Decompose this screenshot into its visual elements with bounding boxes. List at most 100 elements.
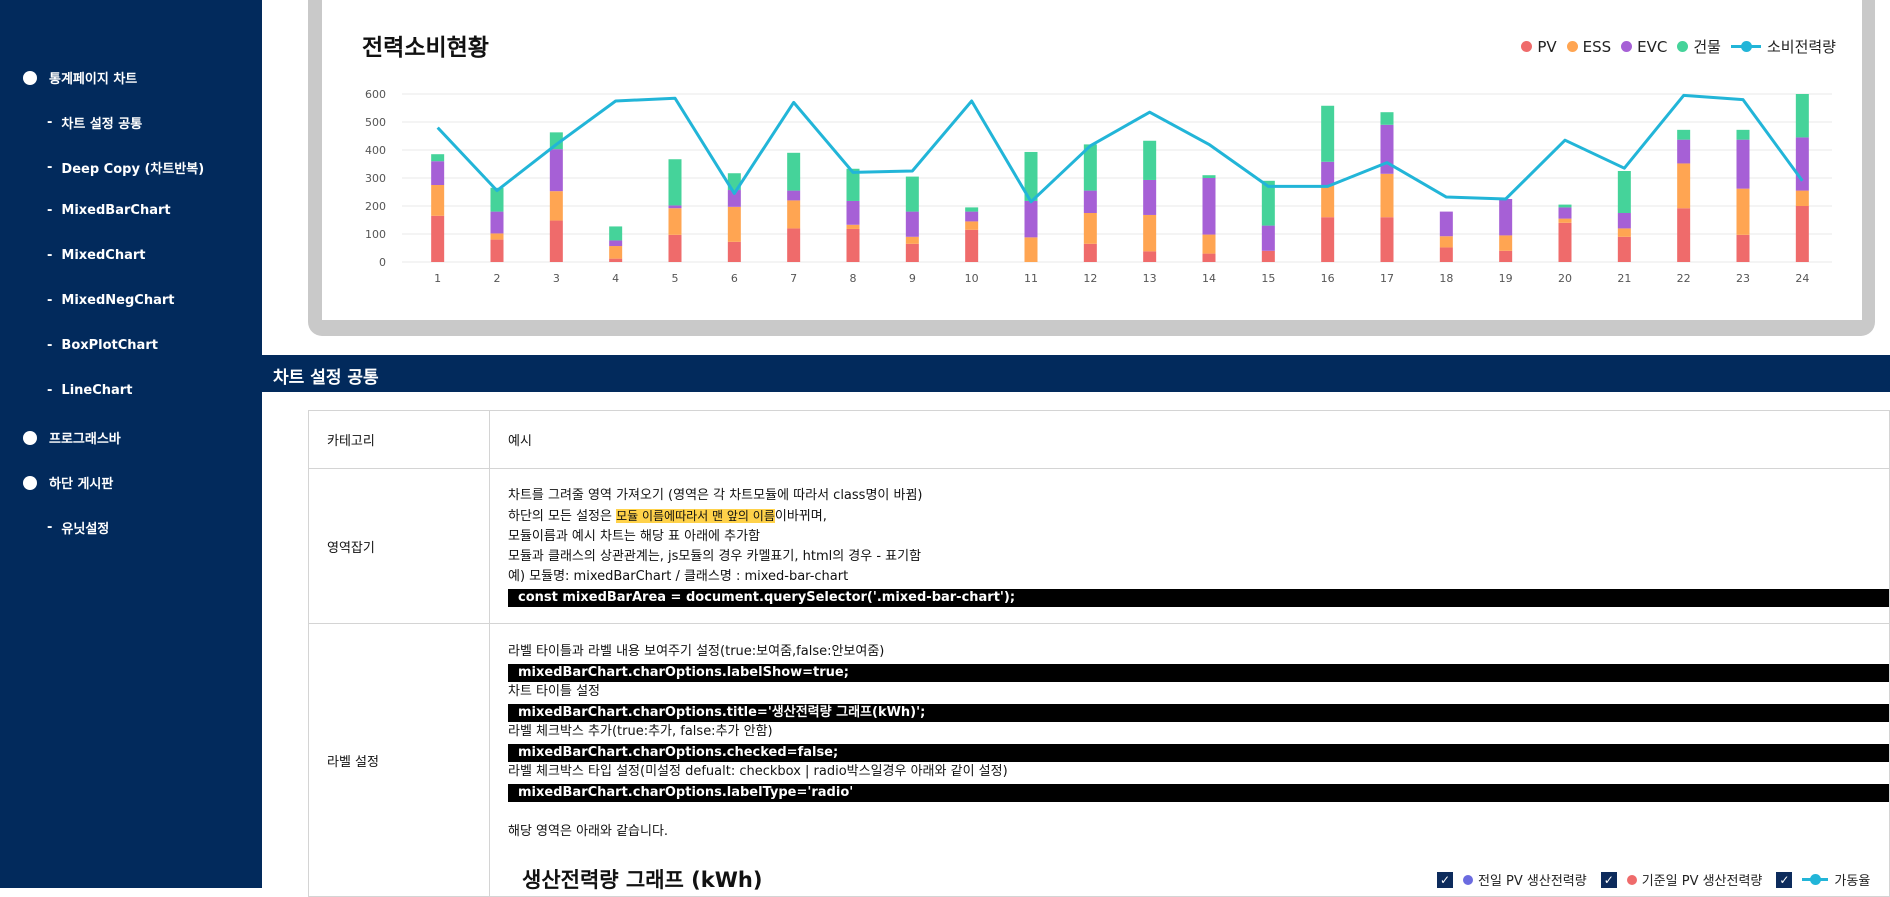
legend-dot-icon	[1566, 41, 1578, 52]
table-header-row: 카테고리 예시	[308, 410, 1890, 469]
legend-item-building[interactable]: 건물	[1677, 36, 1721, 57]
bar-segment	[1677, 208, 1691, 262]
sidebar-item-label: BoxPlotChart	[61, 338, 158, 353]
bar-segment	[609, 246, 623, 259]
bar-segment	[1380, 112, 1394, 125]
chart-panel: 전력소비현황 PV ESS EVC 건물 소비전력량 0 100 200 300 400…	[322, 0, 1862, 320]
bar-segment	[1202, 175, 1216, 178]
sidebar-item-line-chart[interactable]: - LineChart	[47, 383, 132, 398]
bar-segment	[1617, 213, 1631, 229]
table-row: 라벨 설정 라벨 타이틀과 라벨 내용 보여주기 설정(true:보여줌,fal…	[308, 623, 1890, 897]
bar-segment	[1202, 178, 1216, 235]
bar-segment	[1558, 222, 1572, 262]
sidebar: 통계페이지 차트 - 차트 설정 공통 - Deep Copy (차트반복) - Mi…	[0, 0, 262, 888]
bar-segment	[1795, 137, 1809, 191]
bar-segment	[1380, 173, 1394, 218]
bar-segment	[431, 215, 445, 262]
x-tick-label: 7	[790, 272, 797, 285]
sidebar-item-stats-chart[interactable]: 통계페이지 차트	[23, 68, 137, 87]
bar-segment	[1261, 225, 1275, 251]
description-text: 차트를 그려줄 영역 가져오기 (영역은 각 차트모듈에 따라서 class명이…	[508, 487, 923, 503]
bar-segment	[1439, 236, 1453, 248]
legend-item-consumption[interactable]: 소비전력량	[1730, 36, 1836, 57]
bar-segment	[846, 224, 860, 229]
sidebar-item-unit-settings[interactable]: - 유닛설정	[47, 518, 109, 537]
header-category: 카테고리	[308, 410, 490, 469]
legend-item-evc[interactable]: EVC	[1621, 38, 1667, 56]
sidebar-item-chart-common[interactable]: - 차트 설정 공통	[47, 113, 142, 132]
table-row: 영역잡기 차트를 그려줄 영역 가져오기 (영역은 각 차트모듈에 따라서 cl…	[308, 468, 1890, 624]
bar-segment	[787, 200, 801, 229]
note-text: 해당 영역은 아래와 같습니다.	[508, 824, 669, 839]
sidebar-item-mixed-chart[interactable]: - MixedChart	[47, 248, 146, 263]
bar-segment	[1202, 234, 1216, 254]
legend-dot-icon	[1463, 874, 1473, 885]
sidebar-item-boxplot-chart[interactable]: - BoxPlotChart	[47, 338, 158, 353]
bar-segment	[1736, 188, 1750, 235]
code-block: mixedBarChart.charOptions.title='생산전력량 그…	[508, 704, 1889, 722]
bar-segment	[1795, 190, 1809, 206]
row-example: 차트를 그려줄 영역 가져오기 (영역은 각 차트모듈에 따라서 class명이…	[489, 468, 1890, 624]
x-tick-label: 13	[1143, 272, 1157, 285]
bar-segment	[1499, 235, 1513, 251]
bar-segment	[609, 240, 623, 247]
x-tick-label: 4	[612, 272, 619, 285]
x-tick-label: 14	[1202, 272, 1216, 285]
description-text: 예) 모듈명: mixedBarChart / 클래스명 : mixed-bar…	[508, 568, 849, 584]
row-example: 라벨 타이틀과 라벨 내용 보여주기 설정(true:보여줌,false:안보여…	[489, 623, 1890, 897]
bar-segment	[609, 258, 623, 262]
sidebar-item-deep-copy[interactable]: - Deep Copy (차트반복)	[47, 158, 204, 177]
x-tick-label: 17	[1380, 272, 1394, 285]
x-tick-label: 9	[909, 272, 916, 285]
bar-segment	[1617, 228, 1631, 237]
x-tick-label: 2	[494, 272, 501, 285]
bar-segment	[846, 200, 860, 225]
description-text: 모듈이름과 예시 차트는 해당 표 아래에 추가함	[508, 528, 761, 544]
sidebar-item-mixed-bar-chart[interactable]: - MixedBarChart	[47, 203, 171, 218]
bar-segment	[1261, 250, 1275, 262]
bar-segment	[1795, 94, 1809, 138]
bar-segment	[1677, 163, 1691, 209]
legend-line-icon	[1730, 41, 1761, 52]
sidebar-item-label: MixedBarChart	[61, 203, 171, 218]
bar-segment	[549, 149, 563, 192]
legend-item-pv[interactable]: PV	[1521, 38, 1557, 56]
legend-item-ess[interactable]: ESS	[1566, 38, 1611, 56]
bar-segment	[1321, 185, 1335, 218]
bar-segment	[1143, 214, 1157, 252]
bullet-icon	[23, 475, 37, 490]
bar-segment	[1736, 234, 1750, 262]
bar-segment	[490, 233, 504, 240]
x-tick-label: 5	[672, 272, 679, 285]
sidebar-item-label: MixedChart	[61, 248, 146, 263]
bar-segment	[1736, 129, 1750, 140]
section-title: 차트 설정 공통	[273, 368, 379, 388]
bar-segment	[727, 206, 741, 242]
legend-dot-icon	[1626, 874, 1637, 885]
bar-segment	[490, 239, 504, 262]
bar-segment	[727, 241, 741, 262]
settings-table: 카테고리 예시 영역잡기 차트를 그려줄 영역 가져오기 (영역은 각 차트모듈…	[308, 410, 1890, 897]
checkbox-icon[interactable]: ✓	[1776, 871, 1793, 888]
bar-segment	[905, 236, 919, 244]
bar-segment	[1083, 213, 1097, 244]
checkbox-icon[interactable]: ✓	[1600, 871, 1617, 888]
sidebar-item-mixed-neg-chart[interactable]: - MixedNegChart	[47, 293, 175, 308]
bar-segment	[549, 191, 563, 221]
x-tick-label: 1	[434, 272, 441, 285]
x-tick-label: 16	[1321, 272, 1335, 285]
bar-segment	[905, 243, 919, 262]
sidebar-item-bottom-board[interactable]: 하단 게시판	[23, 473, 113, 492]
sidebar-item-label: 유닛설정	[61, 522, 110, 537]
sidebar-item-label: 하단 게시판	[49, 477, 114, 492]
bar-segment	[1321, 105, 1335, 162]
sidebar-item-label: MixedNegChart	[61, 293, 175, 308]
sidebar-item-progress-bar[interactable]: 프로그래스바	[23, 428, 121, 447]
x-tick-label: 20	[1558, 272, 1572, 285]
checkbox-icon[interactable]: ✓	[1437, 871, 1453, 888]
sidebar-item-label: 통계페이지 차트	[49, 72, 138, 87]
row-category: 영역잡기	[308, 468, 490, 624]
bar-segment	[668, 208, 682, 235]
bar-segment	[1677, 129, 1691, 140]
bar-segment	[846, 228, 860, 262]
